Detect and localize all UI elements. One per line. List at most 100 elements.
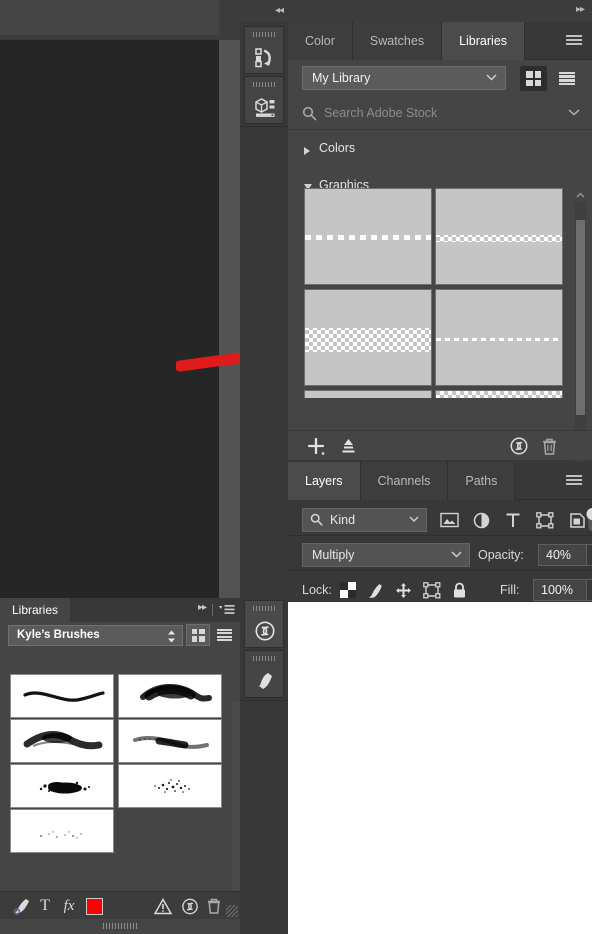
library-select-value: My Library	[312, 71, 371, 85]
filter-pixel-layers-icon[interactable]	[436, 509, 462, 531]
warning-icon[interactable]	[152, 895, 174, 917]
fill-stepper-chevron[interactable]	[587, 579, 592, 601]
text-layer-icon[interactable]: T	[35, 895, 55, 917]
creative-cloud-icon[interactable]	[178, 895, 202, 917]
creative-cloud-libraries-icon	[245, 615, 285, 647]
libraries-scrollbar-thumb[interactable]	[576, 220, 585, 415]
opacity-stepper-chevron[interactable]	[587, 544, 592, 566]
brush-thumb-6[interactable]	[118, 764, 222, 808]
sidebar-item-libraries[interactable]	[244, 600, 284, 648]
canvas-gutter-top	[219, 0, 240, 40]
brush-library-select[interactable]: Kyle’s Brushes	[8, 625, 183, 646]
blend-mode-row: Multiply Opacity: 40%	[288, 539, 592, 571]
fill-label: Fill:	[500, 583, 520, 597]
grid-view-toggle[interactable]	[186, 624, 210, 646]
upload-button[interactable]	[336, 435, 360, 457]
tab-swatches[interactable]: Swatches	[352, 22, 443, 60]
sidebar-item-3d[interactable]	[244, 76, 284, 124]
graphic-thumb-3[interactable]	[304, 289, 432, 386]
sync-creative-cloud-button[interactable]	[506, 435, 532, 457]
grid-view-toggle[interactable]	[520, 66, 547, 91]
tab-channels[interactable]: Channels	[360, 462, 449, 500]
hamburger-menu-icon[interactable]	[566, 473, 586, 489]
trash-icon[interactable]	[203, 895, 225, 917]
filter-type-layers-icon[interactable]	[500, 509, 526, 531]
search-row[interactable]: Search Adobe Stock	[288, 100, 592, 130]
lock-image-pixels-icon[interactable]	[367, 582, 384, 599]
grip-dots	[103, 923, 137, 929]
foreground-color-swatch[interactable]	[83, 895, 105, 917]
lock-position-icon[interactable]	[395, 582, 412, 599]
rail-collapse-icon[interactable]: ◂◂	[275, 5, 284, 16]
list-view-toggle[interactable]	[553, 66, 580, 91]
grid-icon	[191, 628, 205, 642]
blend-mode-select[interactable]: Multiply	[302, 543, 470, 567]
add-content-button[interactable]	[304, 435, 328, 457]
layers-panel: Layers Channels Paths Kind Multiply Opac…	[288, 462, 592, 602]
new-brush-icon[interactable]	[10, 895, 34, 917]
fill-input[interactable]: 100%	[533, 579, 587, 601]
sidebar-item-brush-presets[interactable]	[244, 650, 284, 698]
list-icon	[558, 71, 575, 86]
expand-panel-icon[interactable]: ▸▸	[198, 602, 207, 613]
brush-thumb-2[interactable]	[118, 674, 222, 718]
library-select[interactable]: My Library	[302, 66, 506, 90]
graphic-thumb-6[interactable]	[435, 390, 563, 398]
sidebar-item-history[interactable]	[244, 26, 284, 74]
tab-libraries-brushes[interactable]: Libraries	[0, 598, 71, 622]
history-panel-icon	[245, 41, 285, 73]
layer-effects-icon[interactable]: fx	[58, 895, 80, 917]
tab-libraries[interactable]: Libraries	[442, 22, 526, 60]
lock-label: Lock:	[302, 583, 332, 597]
filter-toggle-switch[interactable]	[585, 508, 592, 531]
dock-collapse-icon[interactable]: ▸▸	[576, 4, 585, 15]
lock-transparent-pixels-icon[interactable]	[340, 582, 356, 598]
chevron-right-icon	[304, 147, 310, 155]
brush-thumb-4[interactable]	[118, 719, 222, 763]
stepper-icon	[167, 630, 176, 643]
brush-thumb-7[interactable]	[10, 809, 114, 853]
panel-menu-icon[interactable]	[219, 604, 235, 615]
resize-grip[interactable]	[226, 905, 238, 917]
brush-presets-icon	[245, 665, 285, 697]
photoshop-window: ◂◂ ▸▸ Color Swatches Libraries My Librar…	[0, 0, 592, 934]
tab-paths[interactable]: Paths	[448, 462, 516, 500]
graphic-thumb-5[interactable]	[304, 390, 432, 398]
brush-library-select-row: Kyle’s Brushes	[0, 622, 240, 652]
chevron-up-icon[interactable]	[576, 191, 585, 200]
brushes-bottom-bar: T fx	[0, 891, 240, 919]
chevron-down-icon	[486, 74, 497, 81]
document-tab-strip	[0, 0, 240, 40]
section-colors[interactable]: Colors	[288, 138, 592, 164]
search-input[interactable]: Search Adobe Stock	[324, 104, 437, 122]
chevron-down-icon[interactable]	[568, 109, 580, 116]
layer-filter-row: Kind	[288, 504, 592, 536]
drag-grip	[253, 606, 275, 611]
lock-all-icon[interactable]	[452, 582, 467, 599]
hamburger-menu-icon[interactable]	[566, 33, 586, 49]
panel-drag-handle[interactable]	[0, 919, 240, 934]
layer-filter-kind-select[interactable]: Kind	[302, 508, 427, 532]
lock-artboard-nesting-icon[interactable]	[423, 581, 441, 599]
filter-shape-layers-icon[interactable]	[532, 509, 558, 531]
tabstrip-divider	[212, 604, 213, 616]
brush-thumb-3[interactable]	[10, 719, 114, 763]
chevron-down-icon	[451, 551, 462, 558]
layer-filter-kind-value: Kind	[330, 513, 356, 527]
graphic-thumb-2[interactable]	[435, 188, 563, 285]
rail-divider	[240, 126, 288, 127]
filter-adjustment-layers-icon[interactable]	[468, 509, 494, 531]
brush-thumb-1[interactable]	[10, 674, 114, 718]
graphic-thumb-4[interactable]	[435, 289, 563, 386]
opacity-input[interactable]: 40%	[538, 544, 587, 566]
tab-color[interactable]: Color	[288, 22, 353, 60]
document-tab-strip-inner	[0, 0, 219, 35]
tab-layers[interactable]: Layers	[288, 462, 361, 500]
brush-thumb-5[interactable]	[10, 764, 114, 808]
document-canvas[interactable]	[0, 40, 219, 598]
brushes-libraries-panel: Libraries ▸▸ Kyle’s Brushes T fx	[0, 598, 240, 934]
layers-tabstrip: Layers Channels Paths	[288, 462, 592, 500]
delete-button[interactable]	[536, 435, 562, 457]
list-view-toggle[interactable]	[212, 624, 236, 646]
graphic-thumb-1[interactable]	[304, 188, 432, 285]
